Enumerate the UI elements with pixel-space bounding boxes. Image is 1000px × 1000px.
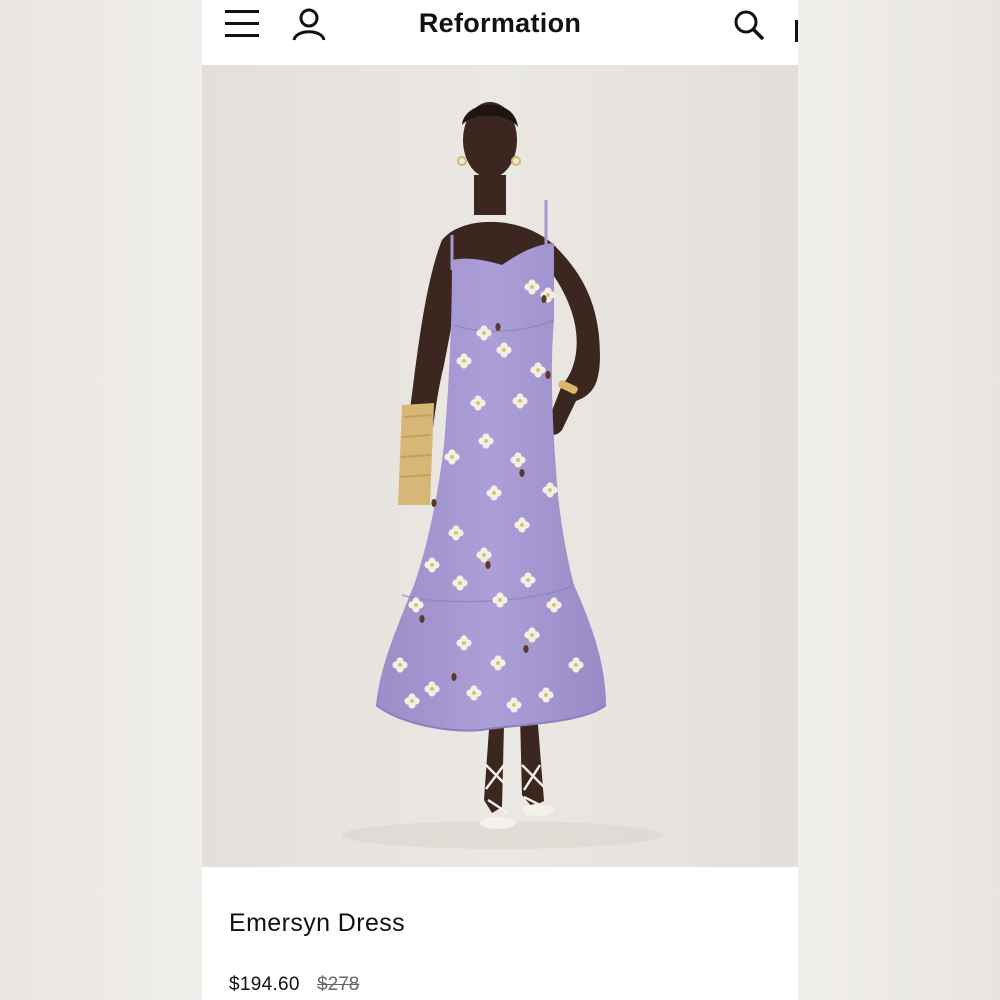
- backdrop-left: [0, 0, 202, 1000]
- product-title[interactable]: Emersyn Dress: [229, 909, 405, 938]
- original-price: $278: [317, 974, 360, 995]
- text-cursor: [795, 20, 798, 42]
- price-row: $194.60 $278: [229, 974, 359, 996]
- backdrop-right: [798, 0, 1000, 1000]
- sale-price: $194.60: [229, 974, 300, 995]
- product-hero-image[interactable]: [202, 65, 798, 867]
- search-icon[interactable]: [730, 6, 770, 46]
- top-navigation-bar: Reformation: [202, 0, 798, 65]
- phone-screen: Reformation Emersyn Dress $194.60 $278: [202, 0, 798, 1000]
- brand-logo[interactable]: Reformation: [202, 8, 798, 39]
